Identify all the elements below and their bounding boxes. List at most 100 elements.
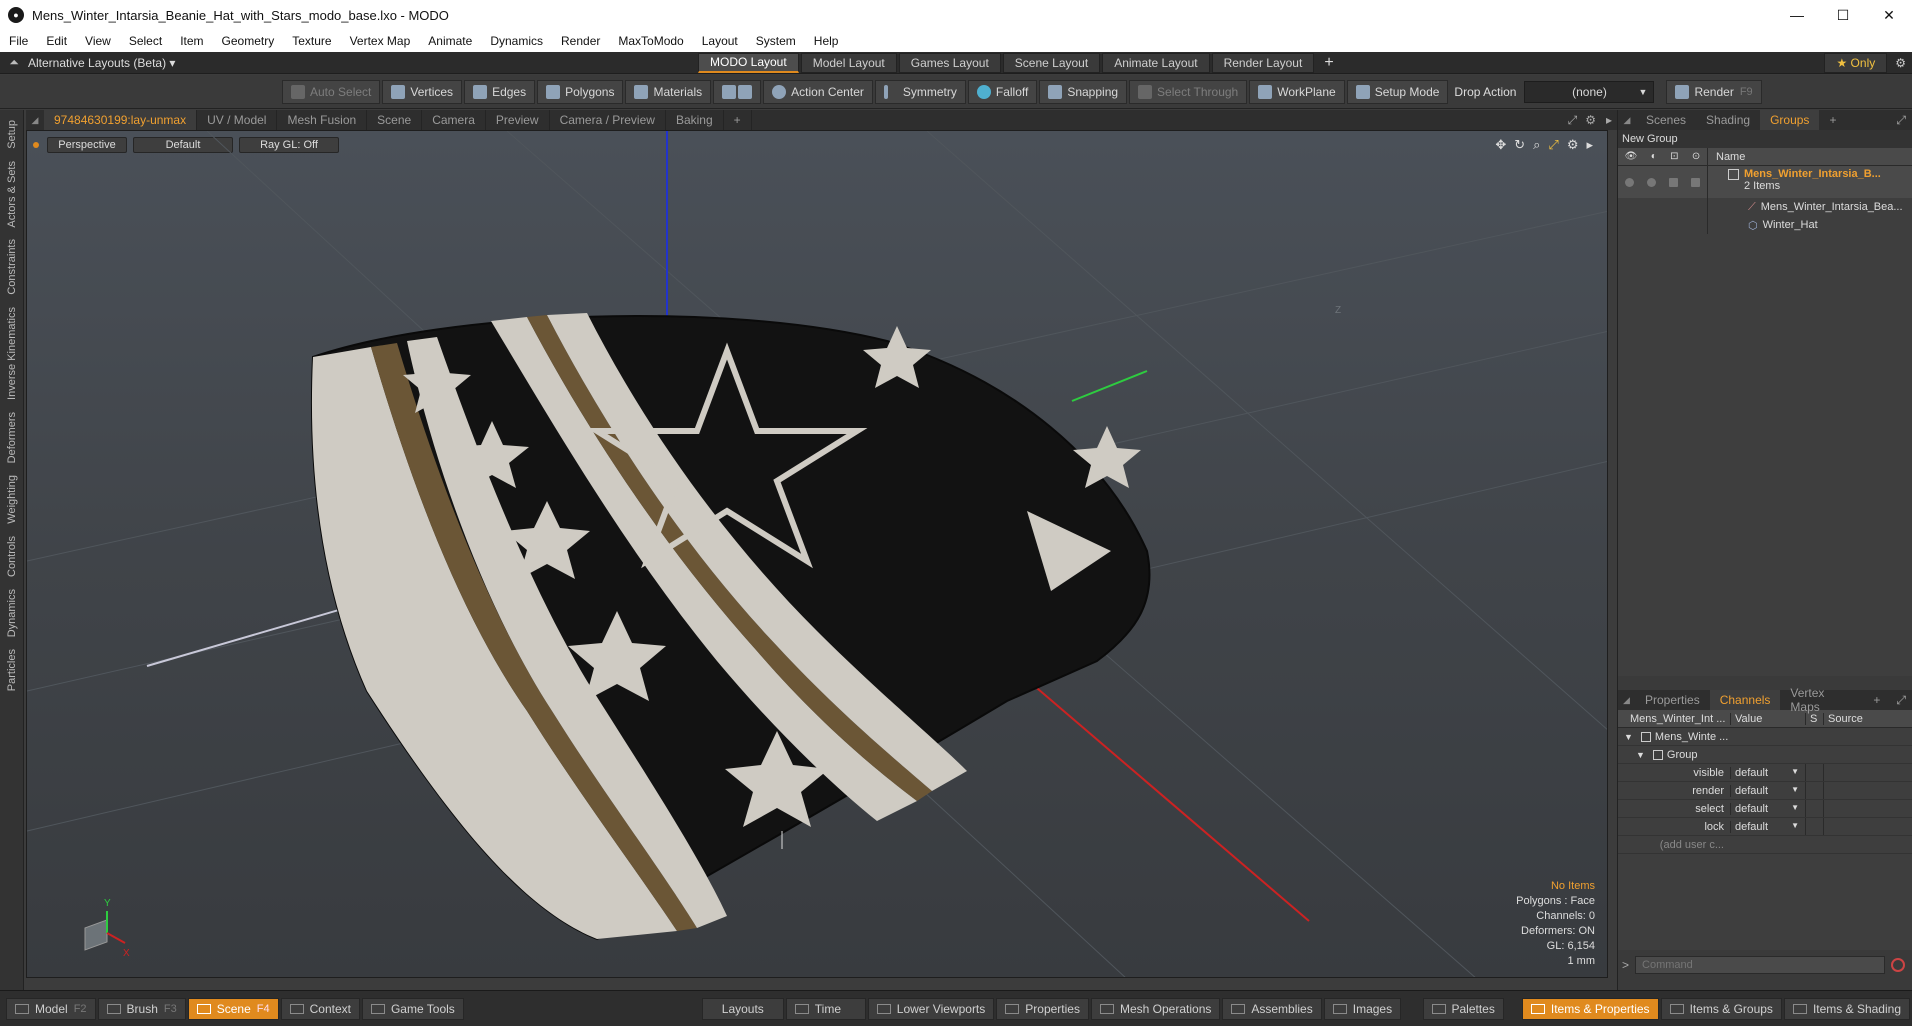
items-groups-button[interactable]: Items & Groups: [1660, 997, 1782, 1020]
channels-expand-icon[interactable]: ⤢: [1890, 693, 1912, 708]
symmetry-button[interactable]: Symmetry: [874, 79, 966, 104]
tab-properties[interactable]: Properties: [1635, 690, 1710, 710]
alternative-layouts-dropdown[interactable]: Alternative Layouts (Beta) ▾: [28, 56, 698, 70]
3d-viewport[interactable]: Perspective Default Ray GL: Off ✥ ↻ ⌕ ⤢ …: [26, 130, 1608, 978]
close-button[interactable]: ✕: [1866, 0, 1912, 30]
tab-modo-layout[interactable]: MODO Layout: [698, 52, 799, 73]
list-item[interactable]: ⬡ Winter_Hat: [1618, 216, 1912, 234]
menu-view[interactable]: View: [76, 34, 120, 48]
game-tools-tab-button[interactable]: Game Tools: [361, 997, 464, 1020]
materials-button[interactable]: Materials: [625, 79, 712, 104]
viewport-expand-icon[interactable]: ⤢: [1564, 113, 1582, 128]
channels-menu-icon[interactable]: ◢: [1618, 695, 1635, 706]
properties-button[interactable]: Properties: [996, 997, 1089, 1020]
vtab-weighting[interactable]: Weighting: [6, 469, 18, 530]
vtab-particles[interactable]: Particles: [6, 643, 18, 697]
viewport-menu-icon[interactable]: ◢: [26, 115, 44, 126]
vtab-inverse-kinematics[interactable]: Inverse Kinematics: [6, 301, 18, 406]
command-input[interactable]: [1635, 956, 1886, 974]
layout-toggle-icon[interactable]: ⏶: [0, 55, 28, 70]
model-tab-button[interactable]: Model F2: [6, 997, 96, 1020]
auto-select-button[interactable]: Auto Select: [282, 79, 381, 104]
minimize-button[interactable]: —: [1774, 0, 1820, 30]
channel-value-select[interactable]: default ▼: [1730, 766, 1805, 779]
only-button[interactable]: ★ Only: [1824, 52, 1888, 73]
tab-shading[interactable]: Shading: [1696, 110, 1760, 130]
menu-edit[interactable]: Edit: [37, 34, 76, 48]
polygons-button[interactable]: Polygons: [537, 79, 624, 104]
group-lock-toggle[interactable]: [1669, 177, 1679, 187]
add-user-channel-row[interactable]: (add user c...: [1618, 836, 1912, 854]
menu-select[interactable]: Select: [120, 34, 171, 48]
snapping-button[interactable]: Snapping: [1039, 79, 1128, 104]
menu-vertex-map[interactable]: Vertex Map: [341, 34, 420, 48]
tab-vertex-maps[interactable]: Vertex Maps: [1780, 686, 1863, 714]
falloff-button[interactable]: Falloff: [967, 79, 1038, 104]
menu-dynamics[interactable]: Dynamics: [481, 34, 552, 48]
menu-help[interactable]: Help: [805, 34, 848, 48]
command-record-icon[interactable]: [1891, 958, 1906, 972]
images-button[interactable]: Images: [1323, 997, 1402, 1020]
channel-row[interactable]: select default ▼: [1618, 800, 1912, 818]
edges-button[interactable]: Edges: [464, 79, 536, 104]
settings-gear-icon[interactable]: ⚙: [1889, 56, 1912, 70]
tab-uv-model[interactable]: UV / Model: [197, 110, 278, 130]
channel-row[interactable]: visible default ▼: [1618, 764, 1912, 782]
channel-row[interactable]: lock default ▼: [1618, 818, 1912, 836]
group-render-toggle[interactable]: [1646, 177, 1656, 187]
menu-item[interactable]: Item: [171, 34, 212, 48]
channel-value-select[interactable]: default ▼: [1730, 820, 1805, 833]
tab-preview[interactable]: Preview: [486, 110, 550, 130]
menu-geometry[interactable]: Geometry: [213, 34, 284, 48]
channel-value-select[interactable]: default ▼: [1730, 784, 1805, 797]
vtab-controls[interactable]: Controls: [6, 530, 18, 583]
scene-tab-button[interactable]: Scene F4: [187, 997, 279, 1020]
menu-texture[interactable]: Texture: [283, 34, 340, 48]
channel-root-row[interactable]: ▼ Mens_Winte ...: [1618, 728, 1912, 746]
items-shading-button[interactable]: Items & Shading: [1783, 997, 1910, 1020]
drop-action-select[interactable]: (none) ▼: [1524, 80, 1655, 103]
tab-channels[interactable]: Channels: [1709, 690, 1781, 710]
menu-render[interactable]: Render: [552, 34, 609, 48]
context-tab-button[interactable]: Context: [280, 997, 360, 1020]
vtab-dynamics[interactable]: Dynamics: [6, 583, 18, 643]
action-center-button[interactable]: Action Center: [763, 79, 873, 104]
tab-render-layout[interactable]: Render Layout: [1211, 52, 1315, 73]
group-select-toggle[interactable]: [1691, 177, 1701, 187]
tab-scene-layout[interactable]: Scene Layout: [1002, 52, 1101, 73]
channel-row[interactable]: render default ▼: [1618, 782, 1912, 800]
palettes-button[interactable]: Palettes: [1422, 997, 1504, 1020]
tab-camera[interactable]: Camera: [422, 110, 486, 130]
lower-viewports-button[interactable]: Lower Viewports: [867, 997, 995, 1020]
brush-tab-button[interactable]: Brush F3: [97, 997, 186, 1020]
panel-expand-icon[interactable]: ⤢: [1890, 113, 1912, 128]
panel-menu-icon[interactable]: ◢: [1618, 115, 1636, 126]
tab-scenes[interactable]: Scenes: [1636, 110, 1696, 130]
tab-scene[interactable]: Scene: [367, 110, 423, 130]
items-properties-button[interactable]: Items & Properties: [1521, 997, 1659, 1020]
tab-mesh-fusion[interactable]: Mesh Fusion: [277, 110, 368, 130]
tab-groups[interactable]: Groups: [1760, 110, 1820, 130]
menu-system[interactable]: System: [747, 34, 805, 48]
tab-baking[interactable]: Baking: [666, 110, 724, 130]
component-mode-button[interactable]: [713, 79, 762, 104]
vertices-button[interactable]: Vertices: [382, 79, 463, 104]
workplane-button[interactable]: WorkPlane: [1249, 79, 1345, 104]
viewport-arrow-icon[interactable]: ▸: [1600, 113, 1618, 127]
group-visible-toggle[interactable]: [1624, 177, 1634, 187]
render-button[interactable]: Render F9: [1666, 79, 1762, 104]
expand-arrow-icon[interactable]: ▼: [1618, 732, 1633, 742]
tab-games-layout[interactable]: Games Layout: [898, 52, 1001, 73]
tab-model-layout[interactable]: Model Layout: [800, 52, 897, 73]
add-panel-tab-button[interactable]: +: [1819, 110, 1846, 130]
add-viewport-tab-button[interactable]: +: [724, 110, 752, 130]
new-group-button[interactable]: New Group: [1618, 130, 1912, 148]
expand-arrow-icon[interactable]: ▼: [1618, 750, 1645, 760]
channel-value-select[interactable]: default ▼: [1730, 802, 1805, 815]
viewport-gear-icon[interactable]: ⚙: [1581, 113, 1600, 127]
tab-lay-unmax[interactable]: 97484630199:lay-unmax: [44, 110, 198, 130]
time-button[interactable]: Time: [785, 997, 866, 1020]
add-layout-button[interactable]: +: [1316, 54, 1341, 72]
menu-animate[interactable]: Animate: [419, 34, 481, 48]
menu-file[interactable]: File: [0, 34, 37, 48]
